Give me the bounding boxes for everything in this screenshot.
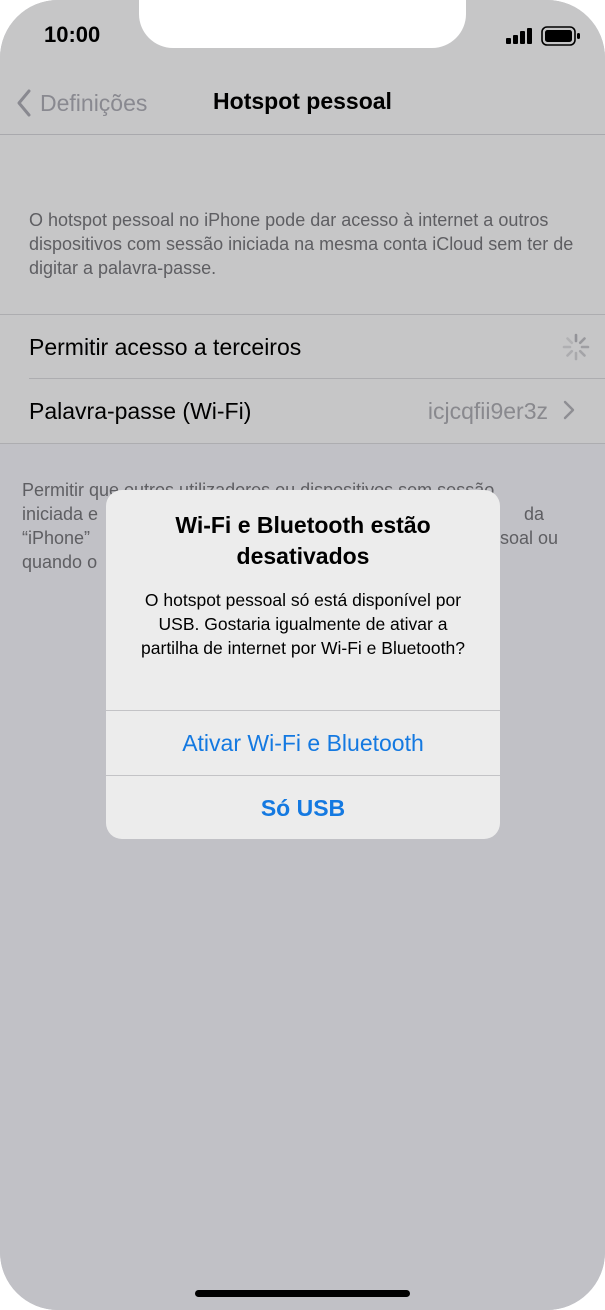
device-notch (139, 0, 466, 48)
page-title: Hotspot pessoal (213, 88, 392, 114)
phone-screen: 10:00 Definições Hotspot pessoal O hotsp… (0, 0, 605, 1310)
footer-line-3-right: soal ou (500, 528, 559, 548)
alert-title: Wi-Fi e Bluetooth estão desativados (175, 512, 431, 569)
home-indicator[interactable] (195, 1290, 410, 1297)
wifi-password-label: Palavra-passe (Wi-Fi) (29, 397, 252, 424)
alert-dialog: Wi-Fi e Bluetooth estão desativados O ho… (106, 490, 500, 839)
allow-others-row[interactable]: Permitir acesso a terceiros (0, 315, 605, 379)
nav-divider (0, 134, 605, 135)
status-time: 10:00 (44, 22, 101, 47)
footer-line-2-left: iniciada e (22, 504, 99, 524)
alert-message: O hotspot pessoal só está disponível por… (141, 590, 465, 658)
allow-others-label: Permitir acesso a terceiros (29, 333, 302, 360)
chevron-right-icon (563, 400, 575, 420)
usb-only-button[interactable]: Só USB (106, 776, 500, 839)
hotspot-description: O hotspot pessoal no iPhone pode dar ace… (29, 210, 574, 278)
wifi-password-row[interactable]: Palavra-passe (Wi-Fi) icjcqfii9er3z (0, 379, 605, 443)
footer-line-3-left: “iPhone” (22, 528, 91, 548)
cellular-signal-icon (506, 28, 532, 44)
wifi-password-value: icjcqfii9er3z (427, 397, 548, 424)
battery-icon (541, 26, 580, 46)
footer-line-2-right: da (524, 504, 545, 524)
settings-group: Permitir acesso a terceiros Palavra-pass… (0, 314, 605, 444)
loading-spinner-icon (562, 333, 590, 361)
enable-wifi-bluetooth-button[interactable]: Ativar Wi-Fi e Bluetooth (106, 711, 500, 775)
